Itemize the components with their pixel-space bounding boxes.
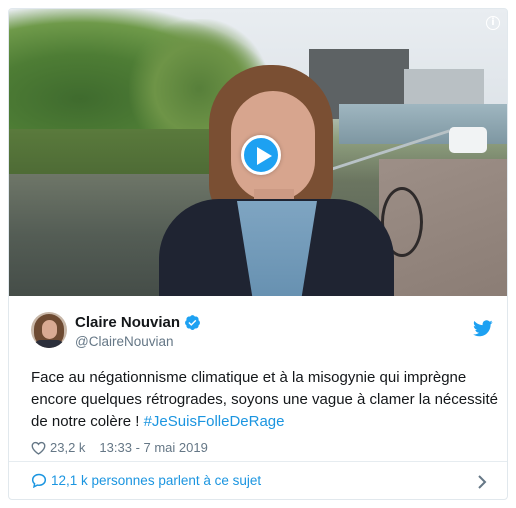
tweet-meta-row: 23,2 k 13:33 - 7 mai 2019: [31, 440, 208, 455]
embedded-tweet-card: i Claire Nouvian @ClaireNouvian Face au …: [8, 8, 508, 500]
heart-icon: [31, 441, 46, 455]
conversation-link[interactable]: 12,1 k personnes parlent à ce sujet: [9, 462, 507, 499]
author-name-row: Claire Nouvian: [75, 314, 201, 331]
info-icon[interactable]: i: [486, 16, 500, 30]
chevron-right-icon: [478, 475, 487, 489]
like-count: 23,2 k: [50, 440, 86, 455]
verified-badge-icon: [185, 315, 200, 330]
comment-bubble-icon: [31, 473, 47, 488]
avatar[interactable]: [31, 312, 67, 348]
author-name[interactable]: Claire Nouvian: [75, 314, 180, 331]
play-icon: [257, 147, 272, 165]
tweet-text: Face au négationnisme climatique et à la…: [31, 367, 501, 433]
hashtag-link[interactable]: #JeSuisFolleDeRage: [144, 413, 285, 430]
avatar-face: [42, 320, 57, 339]
author-handle[interactable]: @ClaireNouvian: [75, 334, 174, 349]
video-player[interactable]: i: [9, 9, 507, 296]
conversation-count-label: 12,1 k personnes parlent à ce sujet: [51, 473, 262, 488]
play-button[interactable]: [241, 135, 281, 175]
tweet-timestamp[interactable]: 13:33 - 7 mai 2019: [99, 440, 207, 455]
like-button[interactable]: 23,2 k: [31, 440, 85, 455]
video-car: [449, 127, 487, 153]
twitter-bird-icon[interactable]: [473, 320, 493, 337]
avatar-body: [33, 340, 65, 348]
